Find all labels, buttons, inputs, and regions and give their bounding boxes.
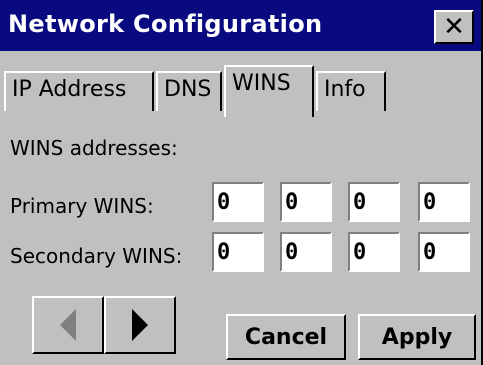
apply-button[interactable]: Apply: [358, 314, 476, 360]
title-bar: Network Configuration ✕: [0, 0, 481, 54]
primary-wins-octet-2[interactable]: 0: [280, 182, 332, 222]
next-button[interactable]: [104, 296, 176, 354]
primary-wins-label: Primary WINS:: [10, 194, 154, 218]
wins-panel: WINS addresses: Primary WINS: 0 0 0 0 Se…: [0, 116, 481, 365]
previous-button[interactable]: [32, 296, 104, 354]
secondary-wins-octet-2[interactable]: 0: [280, 232, 332, 272]
window-title: Network Configuration: [8, 10, 323, 38]
primary-wins-octet-3[interactable]: 0: [348, 182, 400, 222]
tab-strip: IP Address DNS WINS Info: [0, 57, 481, 117]
secondary-wins-label: Secondary WINS:: [10, 244, 183, 268]
tab-ip-address[interactable]: IP Address: [4, 71, 154, 111]
close-button[interactable]: ✕: [434, 10, 474, 44]
primary-wins-octet-4[interactable]: 0: [418, 182, 470, 222]
tab-dns[interactable]: DNS: [156, 71, 222, 111]
tab-info[interactable]: Info: [316, 71, 386, 111]
secondary-wins-octet-4[interactable]: 0: [418, 232, 470, 272]
network-configuration-window: Network Configuration ✕ IP Address DNS W…: [0, 0, 483, 365]
close-icon: ✕: [443, 12, 465, 42]
right-arrow-icon: [132, 309, 148, 341]
left-arrow-icon: [60, 309, 76, 341]
secondary-wins-octet-3[interactable]: 0: [348, 232, 400, 272]
tab-wins[interactable]: WINS: [224, 65, 314, 117]
wins-addresses-heading: WINS addresses:: [10, 136, 178, 160]
primary-wins-octet-1[interactable]: 0: [212, 182, 264, 222]
cancel-button[interactable]: Cancel: [226, 314, 346, 360]
secondary-wins-octet-1[interactable]: 0: [212, 232, 264, 272]
